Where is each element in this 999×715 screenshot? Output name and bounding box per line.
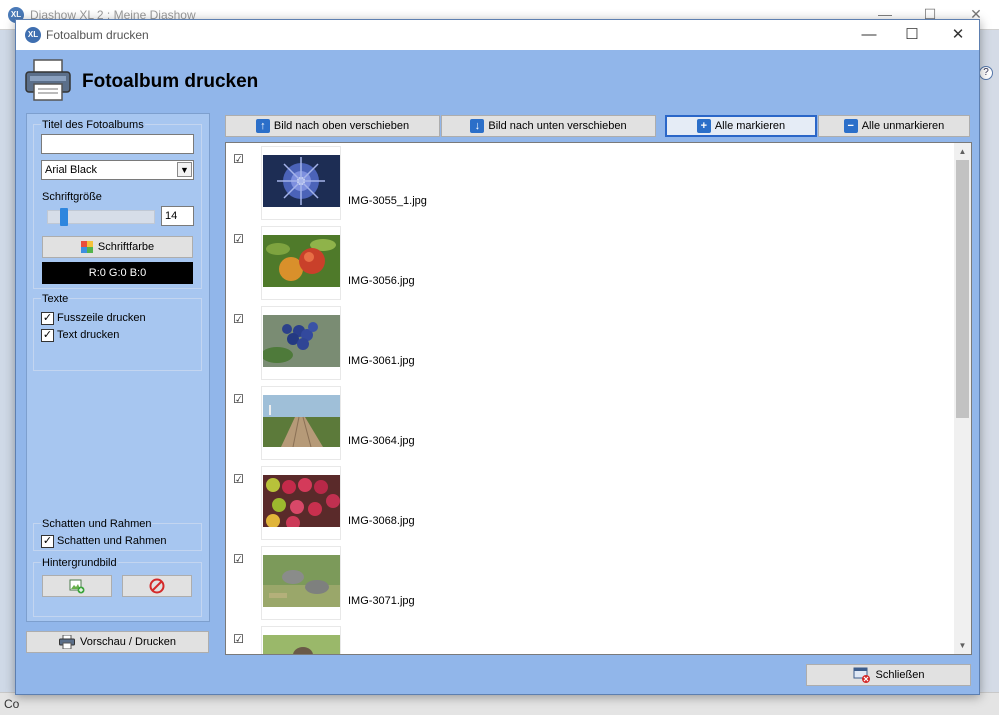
list-item[interactable]: ☑ IMG-3061.jpg	[226, 304, 956, 384]
page-title: Fotoalbum drucken	[82, 71, 259, 92]
row-checkbox[interactable]: ☑	[232, 633, 245, 646]
dialog-titlebar: XL Fotoalbum drucken — ☐ ✕	[16, 20, 979, 50]
thumbnail-frame	[261, 626, 341, 654]
thumbnail-frame	[261, 146, 341, 220]
move-up-label: Bild nach oben verschieben	[273, 120, 410, 132]
font-select[interactable]: Arial Black ▼	[41, 160, 194, 180]
shadow-frame-label: Schatten und Rahmen	[57, 535, 167, 547]
thumb-bird	[263, 635, 340, 654]
album-title-input[interactable]	[41, 134, 194, 154]
print-album-dialog: XL Fotoalbum drucken — ☐ ✕ Fotoalbum dru…	[15, 19, 980, 695]
font-select-value: Arial Black	[45, 164, 97, 176]
row-checkbox[interactable]: ☑	[232, 233, 245, 246]
color-display: R:0 G:0 B:0	[42, 262, 193, 284]
chevron-down-icon[interactable]: ▼	[177, 162, 192, 177]
remove-background-button[interactable]	[122, 575, 192, 597]
row-checkbox[interactable]: ☑	[232, 393, 245, 406]
background-image-label: Hintergrundbild	[41, 557, 118, 569]
thumbnail-frame	[261, 226, 341, 300]
scrollbar-thumb[interactable]	[956, 160, 969, 418]
file-name: IMG-3064.jpg	[348, 435, 415, 447]
list-scrollbar[interactable]: ▲ ▼	[954, 143, 971, 654]
file-name: IMG-3055_1.jpg	[348, 195, 427, 207]
shadow-frame-checkbox[interactable]: ✓	[41, 535, 54, 548]
dialog-logo-icon: XL	[25, 27, 41, 43]
close-button[interactable]: Schließen	[806, 664, 971, 686]
list-item[interactable]: ☑ IMG-3068.jpg	[226, 464, 956, 544]
deselect-all-label: Alle unmarkieren	[861, 120, 945, 132]
album-title-label: Titel des Fotoalbums	[41, 119, 145, 131]
add-background-button[interactable]	[42, 575, 112, 597]
settings-panel: Titel des Fotoalbums Arial Black ▼ Schri…	[26, 113, 210, 622]
list-item[interactable]: ☑ IMG-3055_1.jpg	[226, 144, 956, 224]
select-all-label: Alle markieren	[714, 120, 786, 132]
palette-icon	[80, 241, 93, 253]
thumb-boardwalk	[263, 395, 340, 447]
thumb-blue-flower	[263, 155, 340, 207]
close-window-button[interactable]: ✕	[943, 24, 973, 46]
move-down-label: Bild nach unten verschieben	[488, 120, 627, 132]
font-size-value: 14	[165, 210, 178, 222]
thumb-fruit-market	[263, 475, 340, 527]
thumbnail-frame	[261, 466, 341, 540]
file-name: IMG-3056.jpg	[348, 275, 415, 287]
background-status-text: Co	[4, 697, 20, 711]
print-footer-checkbox[interactable]: ✓	[41, 312, 54, 325]
background-left-strip	[0, 30, 16, 700]
font-size-slider[interactable]	[47, 208, 155, 226]
help-icon[interactable]: ?	[979, 66, 993, 80]
preview-print-button[interactable]: Vorschau / Drucken	[26, 631, 209, 653]
add-image-icon	[69, 579, 85, 594]
thumb-apples	[263, 235, 340, 287]
font-size-input[interactable]: 14	[161, 206, 194, 226]
printer-icon	[25, 59, 71, 101]
dialog-title: Fotoalbum drucken	[46, 28, 149, 42]
scroll-down-icon[interactable]: ▼	[954, 637, 971, 654]
preview-print-label: Vorschau / Drucken	[80, 636, 176, 648]
font-size-label: Schriftgröße	[41, 191, 103, 203]
row-checkbox[interactable]: ☑	[232, 153, 245, 166]
list-item[interactable]: ☑ IMG-3064.jpg	[226, 384, 956, 464]
no-entry-icon	[149, 578, 165, 594]
move-down-button[interactable]: ↓ Bild nach unten verschieben	[441, 115, 656, 137]
maximize-button[interactable]: ☐	[897, 24, 927, 46]
list-item[interactable]: ☑ IMG-3071.jpg	[226, 544, 956, 624]
arrow-down-icon: ↓	[470, 119, 485, 133]
print-text-checkbox[interactable]: ✓	[41, 329, 54, 342]
thumbnail-frame	[261, 306, 341, 380]
file-name: IMG-3071.jpg	[348, 595, 415, 607]
font-color-label: Schriftfarbe	[97, 241, 155, 253]
arrow-up-icon: ↑	[255, 119, 270, 133]
scroll-up-icon[interactable]: ▲	[954, 143, 971, 160]
file-name: IMG-3061.jpg	[348, 355, 415, 367]
list-item[interactable]: ☑	[226, 624, 956, 654]
image-list[interactable]: ☑ IMG-3055_1.jpg ☑ IMG-3056.jpg ☑ IMG-30…	[225, 142, 972, 655]
background-right-strip	[978, 30, 999, 700]
shadow-group-label: Schatten und Rahmen	[41, 518, 153, 530]
thumb-rhinos	[263, 555, 340, 607]
list-item[interactable]: ☑ IMG-3056.jpg	[226, 224, 956, 304]
deselect-all-button[interactable]: − Alle unmarkieren	[818, 115, 970, 137]
minimize-button[interactable]: —	[854, 24, 884, 46]
move-up-button[interactable]: ↑ Bild nach oben verschieben	[225, 115, 440, 137]
print-footer-label: Fusszeile drucken	[57, 312, 146, 324]
thumbnail-frame	[261, 546, 341, 620]
close-dialog-icon	[853, 667, 870, 683]
print-text-label: Text drucken	[57, 329, 120, 341]
font-color-button[interactable]: Schriftfarbe	[42, 236, 193, 258]
select-all-button[interactable]: + Alle markieren	[665, 115, 817, 137]
row-checkbox[interactable]: ☑	[232, 553, 245, 566]
slider-thumb[interactable]	[60, 208, 68, 226]
close-button-label: Schließen	[875, 669, 925, 681]
printer-small-icon	[59, 635, 75, 649]
file-name: IMG-3068.jpg	[348, 515, 415, 527]
background-statusbar	[0, 692, 999, 715]
thumb-blueberries	[263, 315, 340, 367]
row-checkbox[interactable]: ☑	[232, 473, 245, 486]
row-checkbox[interactable]: ☑	[232, 313, 245, 326]
plus-icon: +	[696, 119, 711, 133]
minus-icon: −	[843, 119, 858, 133]
thumbnail-frame	[261, 386, 341, 460]
texts-group-label: Texte	[41, 293, 70, 305]
